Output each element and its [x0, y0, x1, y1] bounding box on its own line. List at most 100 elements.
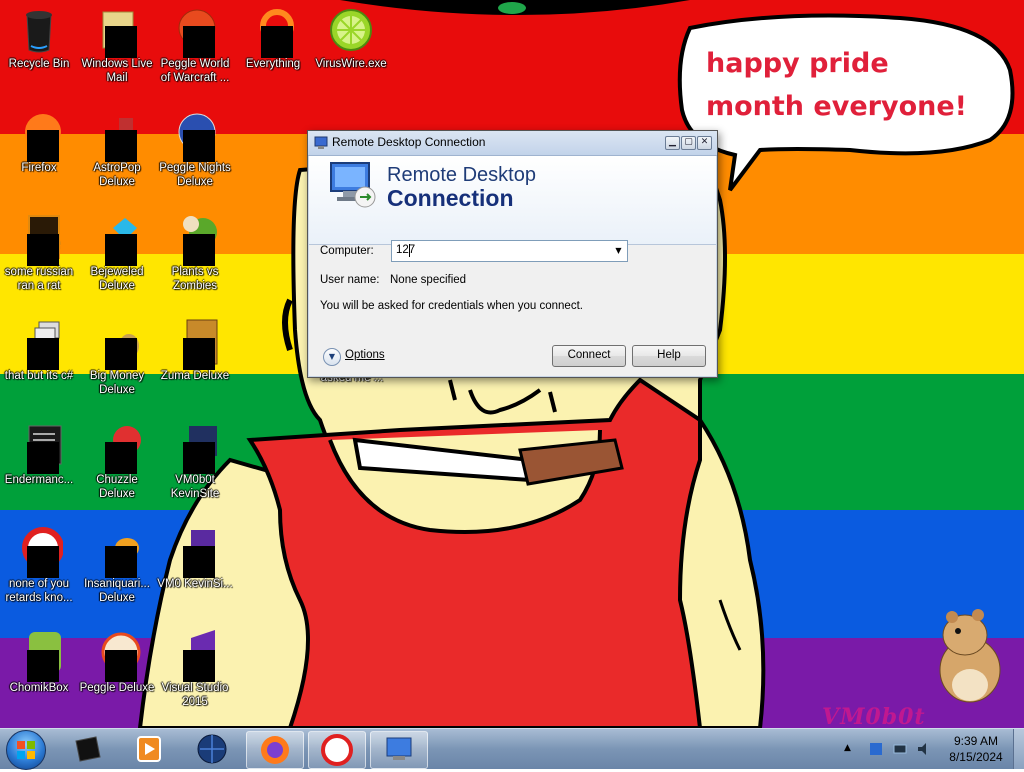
desktop-icon-vm0b0t-kevinsite[interactable]: VM0b0t KevinSite — [156, 422, 234, 501]
help-button[interactable]: Help — [632, 345, 706, 367]
desktop-icon-visual-studio[interactable]: Visual Studio 2015 — [156, 630, 234, 709]
taskbar-item-network[interactable] — [184, 731, 240, 767]
banner-title-line2: Connection — [387, 185, 514, 211]
peggle-icon — [171, 6, 219, 58]
redaction-block — [183, 130, 215, 162]
rdp-title-icon — [314, 136, 328, 149]
desktop-icon-label: Peggle Deluxe — [79, 682, 155, 694]
volume-icon[interactable] — [916, 741, 932, 757]
chuzzle-icon — [93, 422, 141, 474]
taskbar-item-remote-desktop[interactable] — [370, 731, 428, 769]
desktop-icon-label: Peggle World of Warcraft ... — [160, 58, 230, 84]
show-hidden-icons-icon[interactable]: ▲ — [844, 743, 851, 753]
desktop-icon-firefox[interactable]: Firefox — [0, 110, 78, 175]
taskbar-item-media-player[interactable] — [122, 731, 178, 767]
gem-icon — [93, 214, 141, 266]
desktop-icon-label: Insaniquari... Deluxe — [84, 578, 150, 604]
desktop-icon-label: VM0b0t KevinSite — [170, 474, 220, 500]
desktop-icon-bejeweled[interactable]: Bejeweled Deluxe — [78, 214, 156, 293]
taskbar-item-firefox[interactable] — [246, 731, 304, 769]
desktop-icon-big-money[interactable]: Big Money Deluxe — [78, 318, 156, 397]
rdp-banner: Remote Desktop Connection — [309, 156, 716, 245]
desktop-icon-label: none of you retards kno... — [5, 578, 73, 604]
redaction-block — [183, 546, 215, 578]
desktop-icon-label: Peggle Nights Deluxe — [159, 162, 231, 188]
redaction-block — [105, 130, 137, 162]
opera-icon — [15, 526, 64, 578]
tray-app-icon[interactable] — [868, 741, 884, 757]
desktop-icon-astropop[interactable]: AstroPop Deluxe — [78, 110, 156, 189]
visual-studio-icon — [171, 630, 219, 682]
magnifier-icon — [249, 6, 297, 58]
wallpaper-watermark: VM0b0t — [822, 704, 926, 730]
close-button[interactable]: ✕ — [697, 136, 712, 150]
zuma-icon — [171, 318, 219, 370]
desktop-icon-label: that but its c# — [4, 370, 74, 382]
money-bag-icon — [93, 318, 141, 370]
peggle-icon — [321, 734, 353, 766]
desktop-icon-label: Visual Studio 2015 — [161, 682, 229, 708]
computer-combobox[interactable]: 127 ▼ — [391, 240, 628, 262]
redaction-block — [27, 234, 59, 266]
taskbar: ▲ 9:39 AM 8/15/2024 — [0, 728, 1024, 770]
remote-desktop-icon — [330, 162, 376, 208]
desktop-icon-everything[interactable]: Everything — [234, 6, 312, 71]
chevron-down-icon[interactable]: ▼ — [610, 241, 627, 261]
window-stack-icon — [15, 318, 63, 370]
windows-logo-icon — [17, 741, 35, 759]
firefox-icon — [15, 110, 63, 162]
desktop-icon-insaniquarium[interactable]: Insaniquari... Deluxe — [78, 526, 156, 605]
username-value: None specified — [390, 274, 467, 286]
options-expand-icon[interactable]: ▼ — [323, 348, 341, 366]
show-desktop-button[interactable] — [1013, 729, 1024, 769]
speech-bubble-text: happy pride month everyone! — [706, 48, 967, 122]
clock-time: 9:39 AM — [953, 734, 999, 748]
terminal-icon — [15, 422, 63, 474]
taskbar-item-media-center[interactable] — [60, 731, 116, 767]
redaction-block — [27, 442, 59, 474]
desktop-icon-recycle-bin[interactable]: Recycle Bin — [0, 6, 78, 71]
options-link[interactable]: Options — [345, 349, 385, 361]
desktop-icon-label: Zuma Deluxe — [160, 370, 230, 382]
desktop-icon-russian-rat[interactable]: e some russian ran a rat — [0, 214, 78, 293]
desktop-icon-label: Big Money Deluxe — [89, 370, 145, 396]
computer-input-value[interactable]: 127 — [396, 244, 415, 256]
desktop-icon-label: Chuzzle Deluxe — [96, 474, 138, 500]
media-player-icon — [137, 736, 161, 762]
start-button[interactable] — [6, 730, 46, 770]
shortcut-icon — [171, 526, 219, 578]
desktop-icon-peggle-deluxe[interactable]: Peggle Deluxe — [78, 630, 156, 695]
desktop-icon-chomikbox[interactable]: ChomikBox — [0, 630, 78, 695]
adobe-file-icon: e — [15, 214, 63, 266]
text-caret — [409, 244, 410, 257]
desktop-icon-viruswire[interactable]: VirusWire.exe — [312, 6, 390, 71]
recycle-bin-icon — [15, 6, 63, 54]
connect-button[interactable]: Connect — [552, 345, 626, 367]
maximize-button[interactable]: ▢ — [681, 136, 696, 150]
desktop-icon-chuzzle[interactable]: Chuzzle Deluxe — [78, 422, 156, 501]
desktop-icon-endermanch[interactable]: Endermanc... — [0, 422, 78, 487]
minimize-button[interactable]: ▁ — [665, 136, 680, 150]
desktop-icon-vm0-kevinsite[interactable]: VM0 KevinSi... — [156, 526, 234, 591]
taskbar-item-peggle[interactable] — [308, 731, 366, 769]
desktop-icon-that-but-its-csharp[interactable]: that but its c# — [0, 318, 78, 383]
plant-icon — [171, 214, 219, 266]
fish-icon — [93, 526, 141, 578]
network-icon[interactable] — [892, 741, 908, 757]
desktop-icon-plants-vs-zombies[interactable]: Plants vs Zombies — [156, 214, 234, 293]
desktop-icon-windows-live-mail[interactable]: Windows Live Mail — [78, 6, 156, 85]
username-label: User name: — [320, 274, 380, 286]
desktop-icon-zuma[interactable]: Zuma Deluxe — [156, 318, 234, 383]
remote-desktop-window[interactable]: Remote Desktop Connection ▁ ▢ ✕ Remote D… — [307, 130, 718, 378]
firefox-icon — [261, 736, 289, 764]
redaction-block — [105, 546, 137, 578]
media-center-icon — [75, 736, 101, 762]
redaction-block — [105, 26, 137, 58]
taskbar-clock[interactable]: 9:39 AM 8/15/2024 — [938, 733, 1014, 765]
desktop-icon-label: Endermanc... — [4, 474, 74, 486]
window-titlebar[interactable]: Remote Desktop Connection ▁ ▢ ✕ — [308, 131, 717, 156]
desktop-icon-peggle-wow[interactable]: Peggle World of Warcraft ... — [156, 6, 234, 85]
desktop-icon-none-of-you[interactable]: none of you retards kno... — [0, 526, 78, 605]
desktop-icon-peggle-nights[interactable]: Peggle Nights Deluxe — [156, 110, 234, 189]
astropop-icon — [93, 110, 141, 162]
